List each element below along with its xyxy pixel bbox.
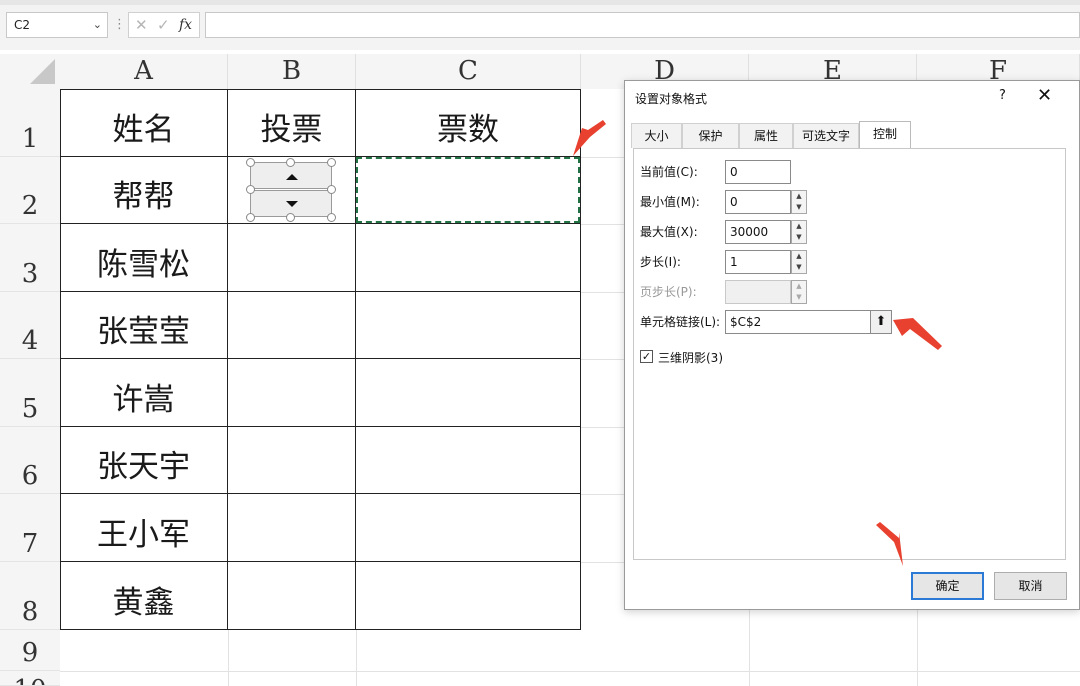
name-cell[interactable]: 张天宇: [60, 441, 227, 486]
table-border: [580, 89, 581, 630]
current-value-label: 当前值(C):: [640, 165, 698, 179]
table-border: [60, 358, 581, 359]
spin-down-icon: ▼: [796, 293, 802, 301]
min-value-spinner[interactable]: ▲ ▼: [791, 190, 807, 214]
page-step-label: 页步长(P):: [640, 285, 697, 299]
tab-protection[interactable]: 保护: [682, 123, 739, 148]
name-cell[interactable]: 张莹莹: [60, 306, 227, 351]
name-cell[interactable]: 帮帮: [60, 171, 227, 216]
dialog-title: 设置对象格式: [635, 92, 708, 106]
resize-handle[interactable]: [246, 213, 255, 222]
tab-size[interactable]: 大小: [631, 123, 682, 148]
max-value-spinner[interactable]: ▲ ▼: [791, 220, 807, 244]
page-step-spinner: ▲ ▼: [791, 280, 807, 304]
row-header-3[interactable]: 3: [0, 224, 60, 292]
table-border: [60, 89, 581, 90]
row-header-4[interactable]: 4: [0, 292, 60, 359]
resize-handle[interactable]: [327, 158, 336, 167]
collapse-dialog-button[interactable]: ⬆: [870, 310, 892, 334]
arrow-up-icon: ⬆: [875, 314, 887, 329]
cancel-button[interactable]: 取消: [994, 572, 1067, 600]
min-value-field[interactable]: 0: [725, 190, 791, 214]
select-all-corner[interactable]: [0, 54, 60, 89]
gridline: [228, 630, 229, 686]
spin-down-icon[interactable]: ▼: [792, 232, 806, 243]
name-box-value: C2: [14, 18, 31, 32]
table-border: [60, 223, 581, 224]
spin-down-icon[interactable]: ▼: [792, 262, 806, 273]
min-value-label: 最小值(M):: [640, 195, 700, 209]
name-cell[interactable]: 许嵩: [60, 374, 227, 419]
cancel-icon[interactable]: ✕: [135, 13, 148, 37]
format-object-dialog: 设置对象格式 ? ✕ 大小 保护 属性 可选文字 控制 当前值(C): 0 最小…: [624, 80, 1080, 610]
column-header-b[interactable]: B: [228, 54, 356, 89]
resize-handle[interactable]: [286, 213, 295, 222]
step-spinner[interactable]: ▲ ▼: [791, 250, 807, 274]
more-options-icon[interactable]: ⋮: [113, 14, 126, 36]
table-border: [227, 89, 228, 630]
shading-checkbox[interactable]: ✓: [640, 350, 653, 363]
name-box[interactable]: C2 ⌄: [6, 12, 108, 38]
header-cell-vote[interactable]: 投票: [228, 104, 355, 149]
row-header-9[interactable]: 9: [0, 630, 60, 671]
step-label: 步长(I):: [640, 255, 681, 269]
cell-link-field[interactable]: $C$2: [725, 310, 871, 334]
resize-handle[interactable]: [327, 185, 336, 194]
close-button[interactable]: ✕: [1037, 85, 1052, 106]
spin-button-control[interactable]: [246, 158, 336, 222]
resize-handle[interactable]: [246, 158, 255, 167]
max-value-label: 最大值(X):: [640, 225, 698, 239]
cell-link-label: 单元格链接(L):: [640, 315, 721, 329]
name-cell[interactable]: 王小军: [60, 509, 227, 554]
table-border: [60, 426, 581, 427]
name-cell[interactable]: 陈雪松: [60, 239, 227, 284]
table-border: [60, 493, 581, 494]
spin-up-icon[interactable]: ▲: [792, 251, 806, 262]
ok-button[interactable]: 确定: [911, 572, 984, 600]
formula-buttons: ✕ ✓ fx: [128, 12, 200, 38]
enter-icon[interactable]: ✓: [157, 13, 170, 37]
page-step-field: [725, 280, 791, 304]
copy-marquee-c2[interactable]: [356, 157, 580, 223]
row-header-10[interactable]: 10: [0, 671, 60, 686]
gridline: [60, 671, 1080, 672]
row-header-6[interactable]: 6: [0, 427, 60, 494]
name-cell[interactable]: 黄鑫: [60, 577, 227, 622]
row-header-2[interactable]: 2: [0, 157, 60, 224]
ribbon-edge: [0, 0, 1080, 5]
spin-up-icon[interactable]: ▲: [792, 221, 806, 232]
table-border: [60, 629, 581, 630]
step-field[interactable]: 1: [725, 250, 791, 274]
tab-control[interactable]: 控制: [859, 121, 911, 149]
spin-up-icon: ▲: [796, 282, 802, 290]
row-header-1[interactable]: 1: [0, 89, 60, 157]
formula-input[interactable]: [205, 12, 1080, 38]
chevron-down-icon[interactable]: ⌄: [93, 13, 102, 37]
current-value-field[interactable]: 0: [725, 160, 791, 184]
shading-label: 三维阴影(3): [658, 351, 723, 365]
resize-handle[interactable]: [327, 213, 336, 222]
header-cell-name[interactable]: 姓名: [60, 104, 227, 149]
tab-alt-text[interactable]: 可选文字: [793, 123, 859, 148]
row-header-7[interactable]: 7: [0, 494, 60, 562]
header-cell-count[interactable]: 票数: [356, 104, 580, 149]
row-header-8[interactable]: 8: [0, 562, 60, 630]
spin-down-icon[interactable]: ▼: [792, 202, 806, 213]
column-header-c[interactable]: C: [356, 54, 581, 89]
insert-function-button[interactable]: fx: [179, 13, 192, 37]
help-button[interactable]: ?: [999, 88, 1006, 103]
table-border: [60, 561, 581, 562]
max-value-field[interactable]: 30000: [725, 220, 791, 244]
tab-properties[interactable]: 属性: [739, 123, 793, 148]
resize-handle[interactable]: [246, 185, 255, 194]
column-header-a[interactable]: A: [60, 54, 228, 89]
gridline: [356, 630, 357, 686]
table-border: [60, 291, 581, 292]
resize-handle[interactable]: [286, 158, 295, 167]
row-header-5[interactable]: 5: [0, 359, 60, 427]
spin-up-icon[interactable]: ▲: [792, 191, 806, 202]
